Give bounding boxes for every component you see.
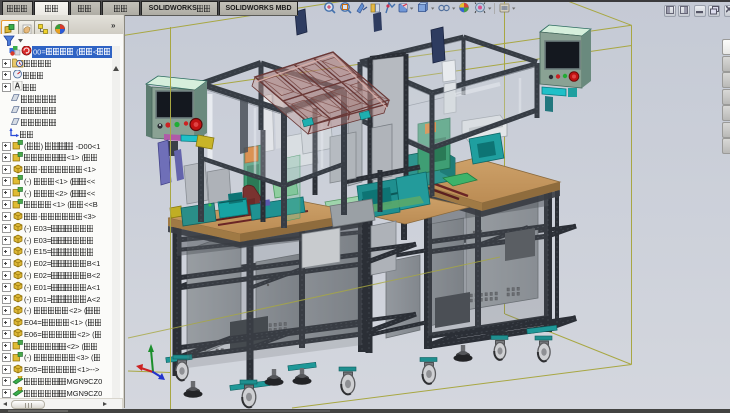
svg-text:A: A (15, 82, 21, 91)
